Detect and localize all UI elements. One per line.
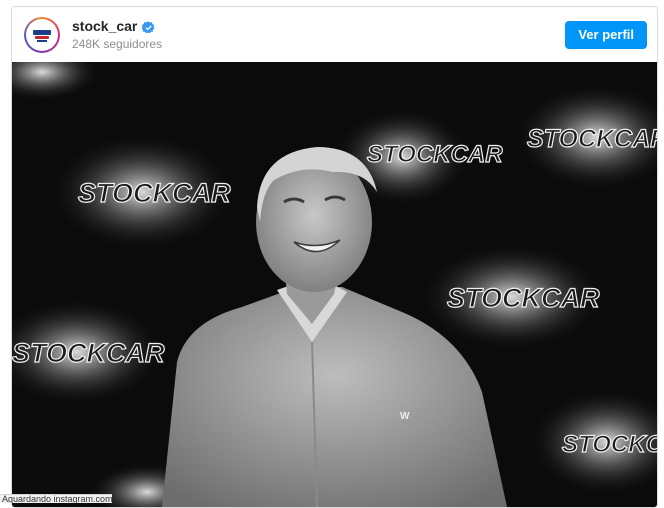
account-info: stock_car 248K seguidores xyxy=(72,18,162,51)
followers-count: 248K seguidores xyxy=(72,36,163,51)
backdrop-logo-text: STOCKCAR xyxy=(447,283,600,313)
stock-car-logo-icon xyxy=(28,20,56,49)
shirt-logo: W xyxy=(400,411,410,422)
view-profile-button[interactable]: Ver perfil xyxy=(565,20,647,49)
avatar[interactable] xyxy=(24,16,60,53)
verified-badge-icon xyxy=(142,20,155,34)
post-photo[interactable]: STOCKCAR STOCKCAR STOCKCAR STOCKCAR STOC… xyxy=(12,62,657,507)
post-header: stock_car 248K seguidores Ver perfil xyxy=(12,7,657,62)
backdrop-logo-text: STOCKCAR xyxy=(527,125,657,153)
backdrop-logo-text: STOCKCAR xyxy=(78,178,231,208)
instagram-embed: stock_car 248K seguidores Ver perfil STO… xyxy=(11,6,658,508)
username-link[interactable]: stock_car xyxy=(72,18,137,35)
backdrop-logo-text: STOCKCAR xyxy=(12,338,165,368)
backdrop-logo-text: STOCKCAR xyxy=(367,141,503,168)
backdrop-logo-text: STOCKCAR xyxy=(562,431,657,458)
